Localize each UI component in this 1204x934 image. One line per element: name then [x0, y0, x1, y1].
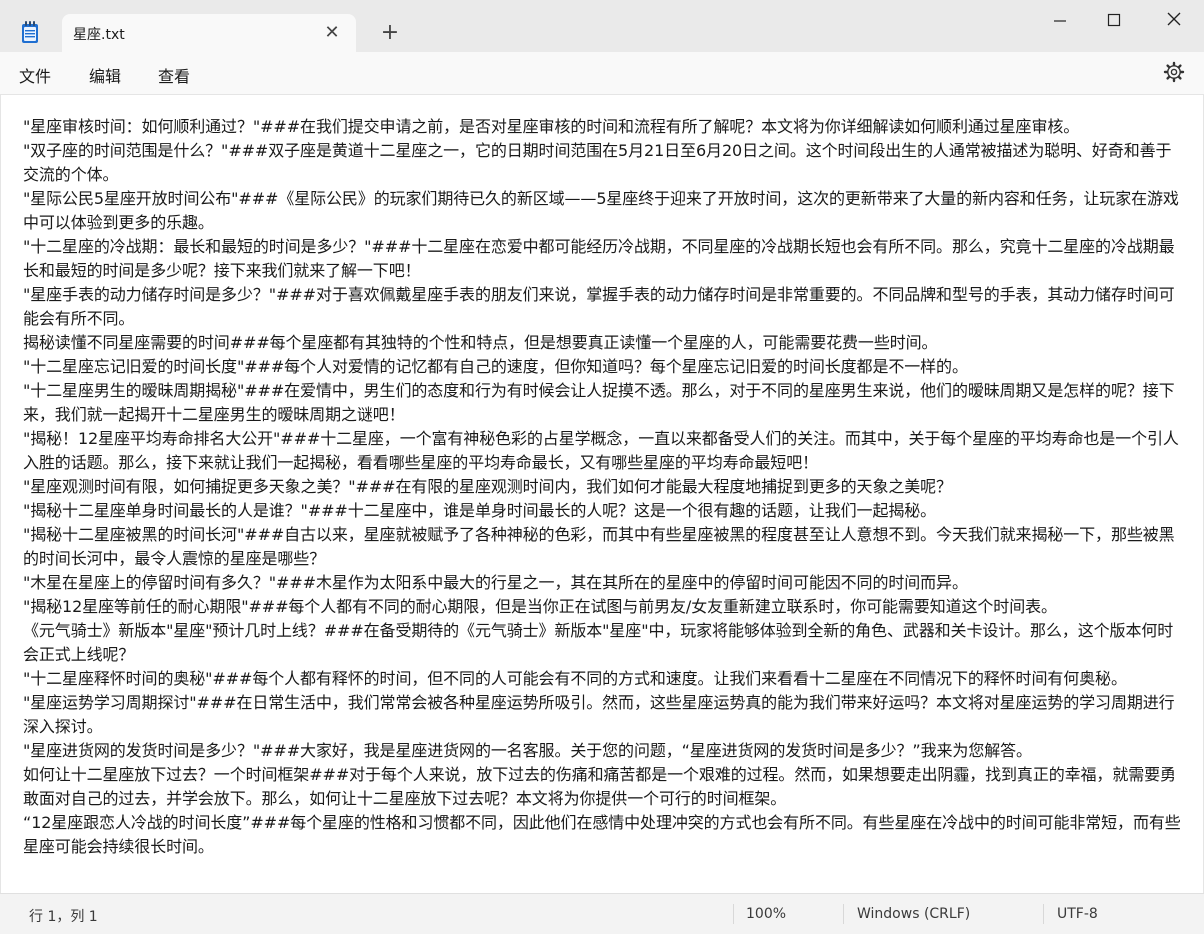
tab-close-icon[interactable]: ✕	[322, 23, 342, 43]
text-line: "揭秘12星座等前任的耐心期限"###每个人都有不同的耐心期限，但是当你正在试图…	[23, 597, 1057, 616]
text-line: “12星座跟恋人冷战的时间长度”###每个星座的性格和习惯都不同，因此他们在感情…	[23, 813, 1181, 856]
cursor-position: 行 1，列 1	[29, 909, 98, 925]
menu-file[interactable]: 文件	[19, 63, 51, 87]
editor-content[interactable]: "星座审核时间：如何顺利通过？"###在我们提交申请之前，是否对星座审核的时间和…	[23, 115, 1183, 859]
text-line: "十二星座忘记旧爱的时间长度"###每个人对爱情的记忆都有自己的速度，但你知道吗…	[23, 357, 968, 376]
maximize-button[interactable]	[1091, 6, 1137, 36]
menu-bar: 文件 编辑 查看	[0, 52, 1204, 95]
text-line: 如何让十二星座放下过去？一个时间框架###对于每个人来说，放下过去的伤痛和痛苦都…	[23, 765, 1176, 808]
menu-edit[interactable]: 编辑	[89, 63, 121, 87]
text-line: "星座观测时间有限，如何捕捉更多天象之美？"###在有限的星座观测时间内，我们如…	[23, 477, 952, 496]
notepad-icon	[22, 21, 38, 43]
tab-title: 星座.txt	[73, 27, 125, 43]
status-divider	[843, 904, 844, 924]
tab-current-file[interactable]: 星座.txt ✕	[62, 14, 356, 52]
text-line: "双子座的时间范围是什么？"###双子座是黄道十二星座之一，它的日期时间范围在5…	[23, 141, 1172, 184]
maximize-icon	[1107, 13, 1121, 27]
text-line: "星座进货网的发货时间是多少？"###大家好，我是星座进货网的一名客服。关于您的…	[23, 741, 1032, 760]
text-line: "十二星座释怀时间的奥秘"###每个人都有释怀的时间，但不同的人可能会有不同的方…	[23, 669, 1127, 688]
gear-icon[interactable]	[1163, 61, 1185, 83]
text-line: 揭秘读懂不同星座需要的时间###每个星座都有其独特的个性和特点，但是想要真正读懂…	[23, 333, 938, 352]
close-window-button[interactable]	[1151, 6, 1197, 36]
text-line: "星际公民5星座开放时间公布"###《星际公民》的玩家们期待已久的新区域——5星…	[23, 189, 1179, 232]
text-line: "揭秘！12星座平均寿命排名大公开"###十二星座，一个富有神秘色彩的占星学概念…	[23, 429, 1179, 472]
minimize-icon	[1054, 20, 1066, 22]
text-line: "揭秘十二星座单身时间最长的人是谁？"###十二星座中，谁是单身时间最长的人呢？…	[23, 501, 937, 520]
menu-view[interactable]: 查看	[158, 63, 190, 87]
zoom-level[interactable]: 100%	[746, 906, 786, 922]
text-line: "十二星座男生的暧昧周期揭秘"###在爱情中，男生们的态度和行为有时候会让人捉摸…	[23, 381, 1175, 424]
text-editor[interactable]: "星座审核时间：如何顺利通过？"###在我们提交申请之前，是否对星座审核的时间和…	[0, 95, 1204, 893]
text-line: 《元气骑士》新版本"星座"预计几时上线？###在备受期待的《元气骑士》新版本"星…	[23, 621, 1174, 664]
text-line: "星座手表的动力储存时间是多少？"###对于喜欢佩戴星座手表的朋友们来说，掌握手…	[23, 285, 1175, 328]
status-bar: 行 1，列 1 100% Windows (CRLF) UTF-8	[0, 893, 1204, 934]
text-line: "木星在星座上的停留时间有多久？"###木星作为太阳系中最大的行星之一，其在其所…	[23, 573, 968, 592]
text-line: "星座审核时间：如何顺利通过？"###在我们提交申请之前，是否对星座审核的时间和…	[23, 117, 1080, 136]
text-line: "揭秘十二星座被黑的时间长河"###自古以来，星座就被赋予了各种神秘的色彩，而其…	[23, 525, 1175, 568]
close-icon	[1167, 12, 1181, 26]
title-bar: 星座.txt ✕ +	[0, 0, 1204, 52]
new-tab-button[interactable]: +	[376, 20, 404, 48]
minimize-button[interactable]	[1037, 6, 1083, 36]
text-line: "十二星座的冷战期：最长和最短的时间是多少？"###十二星座在恋爱中都可能经历冷…	[23, 237, 1175, 280]
status-divider	[733, 904, 734, 924]
text-line: "星座运势学习周期探讨"###在日常生活中，我们常常会被各种星座运势所吸引。然而…	[23, 693, 1175, 736]
line-ending[interactable]: Windows (CRLF)	[857, 906, 970, 922]
status-divider	[1043, 904, 1044, 924]
encoding[interactable]: UTF-8	[1057, 906, 1098, 922]
